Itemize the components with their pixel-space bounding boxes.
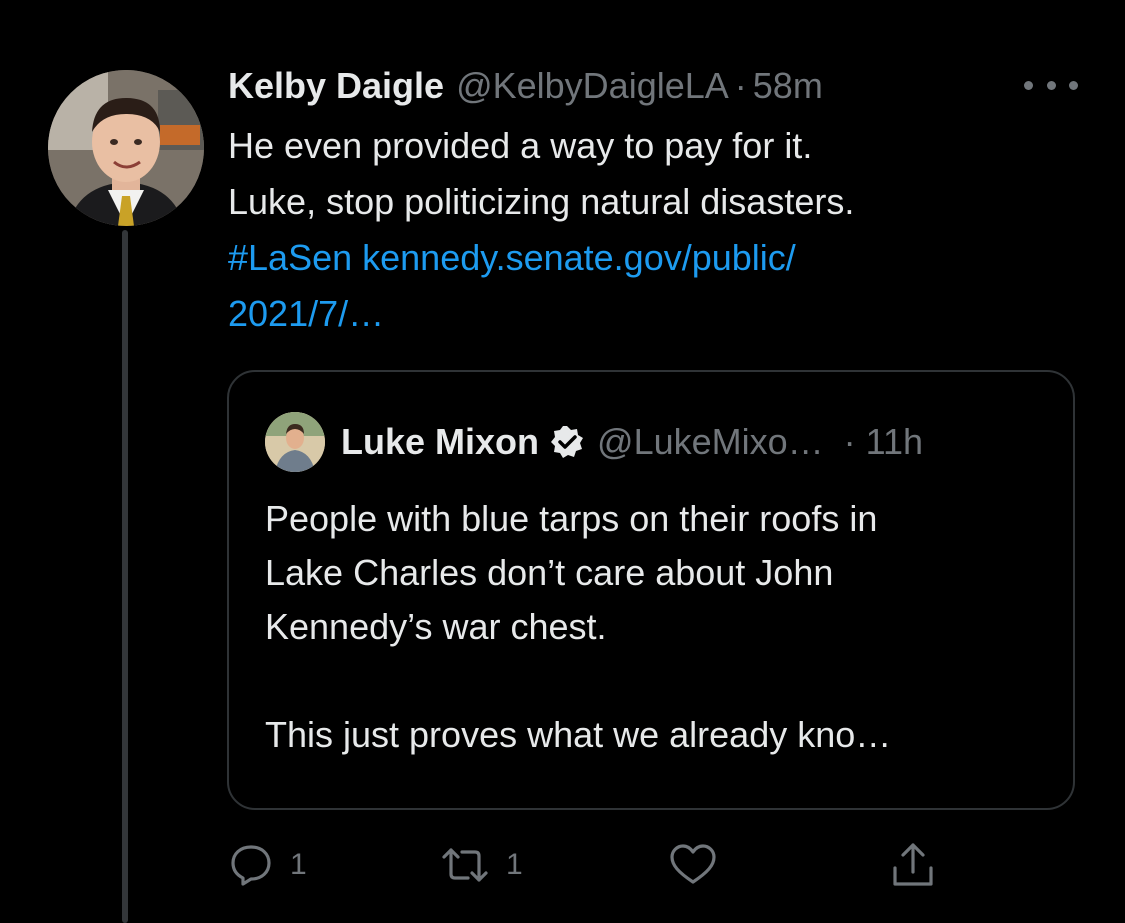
url-link-continued[interactable]: 2021/7/…	[228, 293, 384, 334]
retweet-button[interactable]: 1	[440, 838, 523, 892]
more-options-button[interactable]	[1024, 70, 1078, 100]
more-horizontal-icon	[1024, 80, 1033, 90]
quoted-text-line: People with blue tarps on their roofs in	[265, 498, 878, 539]
reply-count: 1	[290, 848, 307, 881]
tweet-link-line: 2021/7/…	[228, 286, 1048, 342]
tweet-actions: 1 1	[228, 838, 988, 892]
more-horizontal-icon	[1046, 80, 1056, 90]
quoted-author-handle[interactable]: @LukeMixo…	[597, 421, 824, 463]
quoted-tweet-timestamp[interactable]: · 11h	[844, 421, 923, 463]
quoted-tweet-text: People with blue tarps on their roofs in…	[265, 492, 1055, 762]
tweet-header: Kelby Daigle @KelbyDaigleLA · 58m	[228, 62, 823, 110]
author-name[interactable]: Kelby Daigle	[228, 65, 444, 107]
share-button[interactable]	[888, 838, 954, 892]
tweet-link-line: #LaSen kennedy.senate.gov/public/	[228, 230, 1048, 286]
quoted-text-line	[265, 654, 1055, 708]
quoted-text-line: Lake Charles don’t care about John	[265, 552, 834, 593]
thread-line	[122, 230, 128, 923]
url-link[interactable]: kennedy.senate.gov/public/	[362, 237, 796, 278]
retweet-icon	[442, 848, 488, 882]
quoted-author-avatar[interactable]	[265, 412, 325, 472]
tweet-text-line: Luke, stop politicizing natural disaster…	[228, 181, 855, 222]
profile-photo	[48, 70, 204, 226]
quoted-author-name[interactable]: Luke Mixon	[341, 421, 539, 463]
heart-icon	[670, 844, 716, 884]
quoted-text-line: Kennedy’s war chest.	[265, 606, 607, 647]
like-button[interactable]	[668, 838, 734, 892]
hashtag-link[interactable]: #LaSen	[228, 237, 352, 278]
tweet[interactable]: Kelby Daigle @KelbyDaigleLA · 58m He eve…	[0, 0, 1125, 923]
reply-icon	[231, 845, 271, 886]
tweet-text: He even provided a way to pay for it. Lu…	[228, 118, 1048, 342]
retweet-count: 1	[506, 848, 523, 881]
share-icon	[893, 843, 933, 886]
verified-badge-icon	[551, 426, 584, 458]
quoted-text-line: This just proves what we already kno…	[265, 714, 892, 755]
quoted-tweet[interactable]: Luke Mixon @LukeMixo… · 11h People with …	[227, 370, 1075, 810]
tweet-timestamp[interactable]: 58m	[753, 65, 823, 107]
author-avatar[interactable]	[48, 70, 204, 226]
tweet-text-line: He even provided a way to pay for it.	[228, 125, 813, 166]
profile-photo	[265, 412, 325, 472]
separator-dot: ·	[734, 65, 747, 106]
quoted-tweet-header: Luke Mixon @LukeMixo… · 11h	[265, 412, 923, 472]
author-handle[interactable]: @KelbyDaigleLA	[456, 65, 729, 107]
more-horizontal-icon	[1069, 80, 1078, 90]
reply-button[interactable]: 1	[228, 838, 307, 892]
